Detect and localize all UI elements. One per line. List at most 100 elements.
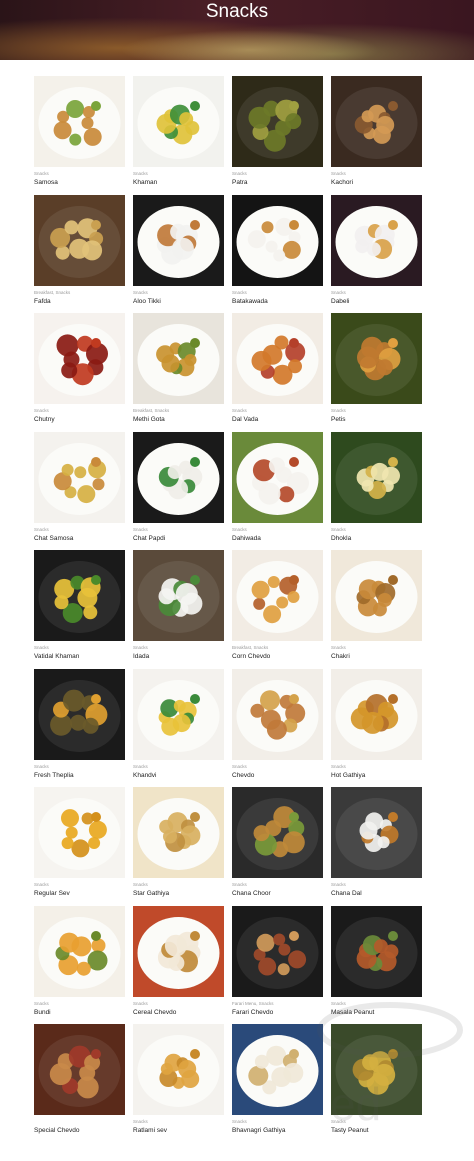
snack-name[interactable]: Kachori <box>331 178 353 187</box>
snack-name[interactable]: Dahiwada <box>232 534 261 543</box>
snack-card[interactable]: Breakfast, Snacks Fafda <box>34 194 125 314</box>
snack-image[interactable] <box>232 668 323 760</box>
snack-name[interactable]: Corn Chevdo <box>232 652 270 661</box>
snack-image[interactable] <box>232 313 323 404</box>
snack-name[interactable]: Chutny <box>34 415 55 424</box>
snack-name[interactable]: Vatidal Khaman <box>34 652 79 661</box>
snack-image[interactable] <box>34 431 125 523</box>
snack-name[interactable]: Masala Peanut <box>331 1008 374 1017</box>
snack-category[interactable]: Snacks <box>232 527 247 533</box>
snack-image[interactable] <box>133 313 224 404</box>
snack-name[interactable]: Idada <box>133 652 149 661</box>
snack-name[interactable]: Farari Chevdo <box>232 1008 273 1017</box>
snack-name[interactable]: Dhokla <box>331 534 351 543</box>
snack-category[interactable]: Snacks <box>331 764 346 770</box>
snack-name[interactable]: Special Chevdo <box>34 1126 80 1135</box>
snack-category[interactable]: Breakfast, Snacks <box>34 290 70 296</box>
snack-name[interactable]: Chevdo <box>232 771 254 780</box>
snack-category[interactable]: Snacks <box>34 882 49 888</box>
snack-card[interactable]: Snacks Idada <box>133 550 224 669</box>
snack-card[interactable]: Snacks Star Gathiya <box>133 787 224 906</box>
snack-name[interactable]: Dabeli <box>331 297 349 306</box>
snack-category[interactable]: Snacks <box>331 527 346 533</box>
snack-card[interactable]: Snacks Dal Vada <box>232 313 323 432</box>
snack-category[interactable]: Snacks <box>232 882 247 888</box>
snack-image[interactable] <box>232 550 323 641</box>
snack-category[interactable]: Snacks <box>232 171 247 177</box>
snack-category[interactable]: Snacks <box>133 1119 148 1125</box>
snack-image[interactable] <box>331 905 422 997</box>
snack-card[interactable]: Snacks Hot Gathiya <box>331 668 422 788</box>
snack-name[interactable]: Fafda <box>34 297 51 306</box>
snack-image[interactable] <box>133 668 224 760</box>
snack-image[interactable] <box>133 787 224 878</box>
snack-image[interactable] <box>34 76 125 167</box>
snack-image[interactable] <box>34 313 125 404</box>
snack-category[interactable]: Snacks <box>133 171 148 177</box>
snack-category[interactable]: Breakfast, Snacks <box>232 645 268 651</box>
snack-category[interactable]: Snacks <box>232 290 247 296</box>
snack-name[interactable]: Dal Vada <box>232 415 258 424</box>
snack-image[interactable] <box>331 787 422 878</box>
snack-name[interactable]: Chakri <box>331 652 350 661</box>
snack-image[interactable] <box>232 787 323 878</box>
snack-card[interactable]: Breakfast, Snacks Corn Chevdo <box>232 550 323 669</box>
snack-card[interactable]: Snacks Bhavnagri Gathiya <box>232 1024 323 1143</box>
snack-card[interactable]: Snacks Chevdo <box>232 668 323 788</box>
snack-category[interactable]: Snacks <box>331 1001 346 1007</box>
snack-image[interactable] <box>133 76 224 167</box>
snack-image[interactable] <box>331 668 422 760</box>
snack-card[interactable]: Snacks Chakri <box>331 550 422 669</box>
snack-category[interactable]: Snacks <box>133 764 148 770</box>
snack-image[interactable] <box>34 1024 125 1115</box>
snack-card[interactable]: Snacks Khandvi <box>133 668 224 788</box>
snack-name[interactable]: Regular Sev <box>34 889 70 898</box>
snack-name[interactable]: Ratlami sev <box>133 1126 167 1135</box>
snack-card[interactable]: Snacks Chutny <box>34 313 125 432</box>
snack-category[interactable]: Snacks <box>133 290 148 296</box>
snack-category[interactable]: Snacks <box>34 764 49 770</box>
snack-category[interactable]: Snacks <box>331 645 346 651</box>
snack-card[interactable]: Snacks Chat Papdi <box>133 431 224 551</box>
snack-image[interactable] <box>331 1024 422 1115</box>
snack-card[interactable]: Snacks Bundi <box>34 905 125 1025</box>
snack-image[interactable] <box>133 550 224 641</box>
snack-category[interactable]: Snacks <box>232 408 247 414</box>
snack-image[interactable] <box>232 431 323 523</box>
snack-image[interactable] <box>133 431 224 523</box>
snack-name[interactable]: Patra <box>232 178 248 187</box>
snack-name[interactable]: Samosa <box>34 178 58 187</box>
snack-category[interactable]: Snacks <box>331 882 346 888</box>
snack-image[interactable] <box>232 194 323 286</box>
snack-image[interactable] <box>331 313 422 404</box>
snack-name[interactable]: Chana Dal <box>331 889 362 898</box>
snack-category[interactable]: Snacks <box>34 527 49 533</box>
snack-card[interactable]: Snacks Petis <box>331 313 422 432</box>
snack-name[interactable]: Batakawada <box>232 297 268 306</box>
snack-name[interactable]: Fresh Theplia <box>34 771 74 780</box>
snack-card[interactable]: Snacks Vatidal Khaman <box>34 550 125 669</box>
snack-image[interactable] <box>133 1024 224 1115</box>
snack-name[interactable]: Chana Choor <box>232 889 271 898</box>
snack-image[interactable] <box>34 905 125 997</box>
snack-name[interactable]: Bhavnagri Gathiya <box>232 1126 285 1135</box>
snack-card[interactable]: Snacks Masala Peanut <box>331 905 422 1025</box>
snack-category[interactable]: Snacks <box>331 408 346 414</box>
snack-card[interactable]: Snacks Batakawada <box>232 194 323 314</box>
snack-name[interactable]: Tasty Peanut <box>331 1126 369 1135</box>
snack-name[interactable]: Chat Papdi <box>133 534 165 543</box>
snack-card[interactable]: Farari Menu, Snacks Farari Chevdo <box>232 905 323 1025</box>
snack-card[interactable]: Snacks Patra <box>232 76 323 195</box>
snack-name[interactable]: Chat Samosa <box>34 534 73 543</box>
snack-image[interactable] <box>331 194 422 286</box>
snack-category[interactable]: Snacks <box>133 1001 148 1007</box>
snack-name[interactable]: Bundi <box>34 1008 51 1017</box>
snack-category[interactable]: Snacks <box>34 1001 49 1007</box>
snack-category[interactable]: Snacks <box>133 882 148 888</box>
snack-category[interactable]: Snacks <box>133 527 148 533</box>
snack-card[interactable]: Snacks Chana Dal <box>331 787 422 906</box>
snack-name[interactable]: Aloo Tikki <box>133 297 161 306</box>
snack-category[interactable]: Snacks <box>232 1119 247 1125</box>
snack-name[interactable]: Hot Gathiya <box>331 771 365 780</box>
snack-card[interactable]: Snacks Samosa <box>34 76 125 195</box>
